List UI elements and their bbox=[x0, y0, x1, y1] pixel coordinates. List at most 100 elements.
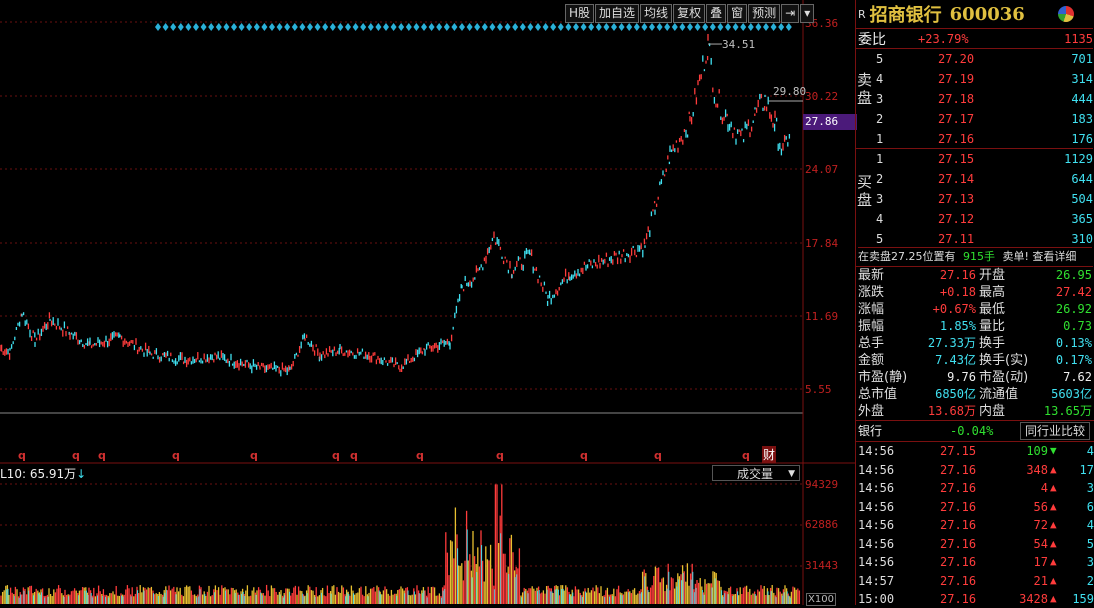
notice-link[interactable]: 卖单! 查看详细 bbox=[1003, 250, 1077, 263]
q-marker[interactable]: q bbox=[332, 449, 340, 462]
forecast-button[interactable]: 预测 bbox=[748, 4, 781, 23]
industry-compare-button[interactable]: 同行业比较 bbox=[1020, 422, 1091, 440]
quote-value: 26.95 bbox=[1055, 268, 1092, 282]
q-marker[interactable]: q bbox=[654, 449, 662, 462]
overlay-button[interactable]: 叠 bbox=[706, 4, 727, 23]
buy-row[interactable]: 2 27.14 644 bbox=[876, 169, 1093, 189]
event-diamond-icon bbox=[535, 23, 541, 31]
quote-row: 金额 7.43亿 换手(实) 0.17% bbox=[858, 352, 1092, 369]
buy-row[interactable]: 5 27.11 310 bbox=[876, 229, 1093, 249]
quote-row: 总手 27.33万 换手 0.13% bbox=[858, 335, 1092, 352]
event-diamond-icon bbox=[322, 23, 329, 31]
stock-code: 600036 bbox=[949, 3, 1025, 25]
buy-volume: 365 bbox=[1071, 212, 1093, 226]
kline-chart[interactable] bbox=[0, 0, 855, 605]
q-marker[interactable]: q bbox=[496, 449, 504, 462]
window-button[interactable]: 窗 bbox=[727, 4, 748, 23]
quote-value: 27.33万 bbox=[927, 336, 976, 350]
quote-label: 量比 bbox=[979, 319, 1006, 334]
tick-price: 27.16 bbox=[940, 555, 977, 569]
tick-time: 14:56 bbox=[858, 518, 895, 532]
event-diamond-icon bbox=[626, 23, 633, 31]
q-marker[interactable]: q bbox=[250, 449, 258, 462]
q-marker[interactable]: q bbox=[416, 449, 424, 462]
event-diamond-icon bbox=[573, 23, 579, 31]
kline-chart-area[interactable]: H股 加自选 均线 复权 叠 窗 预测 ⇥ ▾ 36.36 30.22 24.0… bbox=[0, 0, 857, 606]
volume-axis-label: 62886 bbox=[805, 518, 839, 531]
pie-chart-icon[interactable] bbox=[1058, 6, 1074, 22]
event-diamond-icon bbox=[329, 23, 336, 31]
tick-row: 15:00 27.16 3428 ▲ 159 bbox=[858, 590, 1094, 608]
buy-row[interactable]: 4 27.12 365 bbox=[876, 209, 1093, 229]
event-diamond-icon bbox=[497, 23, 503, 31]
event-diamond-icon bbox=[299, 23, 306, 31]
event-diamond-icon bbox=[649, 23, 655, 31]
buy-level: 3 bbox=[876, 192, 884, 206]
event-diamond-icon bbox=[215, 23, 222, 31]
tick-time: 14:56 bbox=[858, 444, 895, 458]
q-marker[interactable]: q bbox=[72, 449, 80, 462]
buy-price: 27.12 bbox=[938, 212, 975, 226]
buy-row[interactable]: 3 27.13 504 bbox=[876, 189, 1093, 209]
arrow-up-icon: ▲ bbox=[1050, 536, 1057, 550]
sell-row[interactable]: 4 27.19 314 bbox=[876, 69, 1093, 89]
tick-row: 14:56 27.16 72 ▲ 4 bbox=[858, 516, 1094, 534]
order-ratio-label: 委比 bbox=[858, 31, 886, 47]
event-diamond-icon bbox=[261, 23, 268, 31]
event-diamond-icon bbox=[565, 23, 572, 31]
quote-value: 13.65万 bbox=[1043, 404, 1092, 418]
q-marker[interactable]: q bbox=[18, 449, 26, 462]
tick-count: 159 bbox=[1072, 592, 1094, 606]
event-diamond-icon bbox=[170, 23, 177, 31]
tick-count: 3 bbox=[1086, 481, 1094, 495]
collapse-panel-icon[interactable]: ⇥ bbox=[781, 4, 800, 23]
volume-indicator: L10: 65.91万↓ bbox=[0, 465, 86, 482]
quote-value: 0.17% bbox=[1055, 353, 1092, 367]
sell-row[interactable]: 2 27.17 183 bbox=[876, 109, 1093, 129]
adjust-price-button[interactable]: 复权 bbox=[673, 4, 706, 23]
menu-dropdown-icon[interactable]: ▾ bbox=[800, 4, 815, 23]
q-marker[interactable]: q bbox=[580, 449, 588, 462]
moving-average-button[interactable]: 均线 bbox=[640, 4, 673, 23]
quote-value: 27.16 bbox=[939, 268, 976, 282]
event-diamond-icon bbox=[284, 23, 291, 31]
event-diamond-icon bbox=[557, 23, 564, 31]
event-diamond-icon bbox=[519, 23, 526, 31]
event-diamond-icon bbox=[656, 23, 663, 31]
quote-value: 7.62 bbox=[1063, 370, 1092, 384]
sell-row[interactable]: 5 27.20 701 bbox=[876, 49, 1093, 69]
q-marker[interactable]: q bbox=[742, 449, 750, 462]
event-diamond-icon bbox=[436, 23, 443, 31]
sell-price: 27.20 bbox=[938, 52, 975, 66]
buy-row[interactable]: 1 27.15 1129 bbox=[876, 149, 1093, 169]
tick-price: 27.16 bbox=[940, 573, 977, 588]
buy-volume: 1129 bbox=[1064, 152, 1093, 166]
event-diamond-icon bbox=[542, 23, 549, 31]
h-share-button[interactable]: H股 bbox=[565, 4, 595, 23]
event-diamond-icon bbox=[428, 23, 435, 31]
add-watchlist-button[interactable]: 加自选 bbox=[595, 4, 640, 23]
q-marker[interactable]: q bbox=[350, 449, 358, 462]
sell-price: 27.16 bbox=[938, 132, 975, 146]
sell-volume: 444 bbox=[1071, 92, 1093, 106]
event-diamond-icon bbox=[770, 23, 777, 31]
q-marker[interactable]: q bbox=[172, 449, 180, 462]
sell-volume: 183 bbox=[1071, 112, 1093, 126]
quote-row: 涨幅 +0.67% 最低 26.92 bbox=[858, 301, 1092, 318]
event-diamond-icon bbox=[193, 23, 199, 31]
tick-price: 27.16 bbox=[940, 518, 977, 532]
event-diamond-icon bbox=[755, 23, 762, 31]
quote-row: 市盈(静) 9.76 市盈(动) 7.62 bbox=[858, 369, 1092, 386]
event-diamond-icon bbox=[253, 23, 260, 31]
buy-level: 5 bbox=[876, 232, 884, 246]
sell-row[interactable]: 3 27.18 444 bbox=[876, 89, 1093, 109]
indicator-select[interactable]: 成交量 ▼ bbox=[712, 465, 800, 481]
sell-volume: 176 bbox=[1071, 132, 1093, 146]
financial-report-marker[interactable]: 财 bbox=[762, 446, 777, 463]
large-order-notice[interactable]: 在卖盘27.25位置有 915手 卖单! 查看详细 bbox=[858, 247, 1092, 264]
q-marker[interactable]: q bbox=[98, 449, 106, 462]
tick-price: 27.15 bbox=[940, 444, 977, 458]
sell-row[interactable]: 1 27.16 176 bbox=[876, 129, 1093, 149]
sell-level: 3 bbox=[876, 92, 884, 106]
buy-price: 27.13 bbox=[938, 192, 975, 206]
